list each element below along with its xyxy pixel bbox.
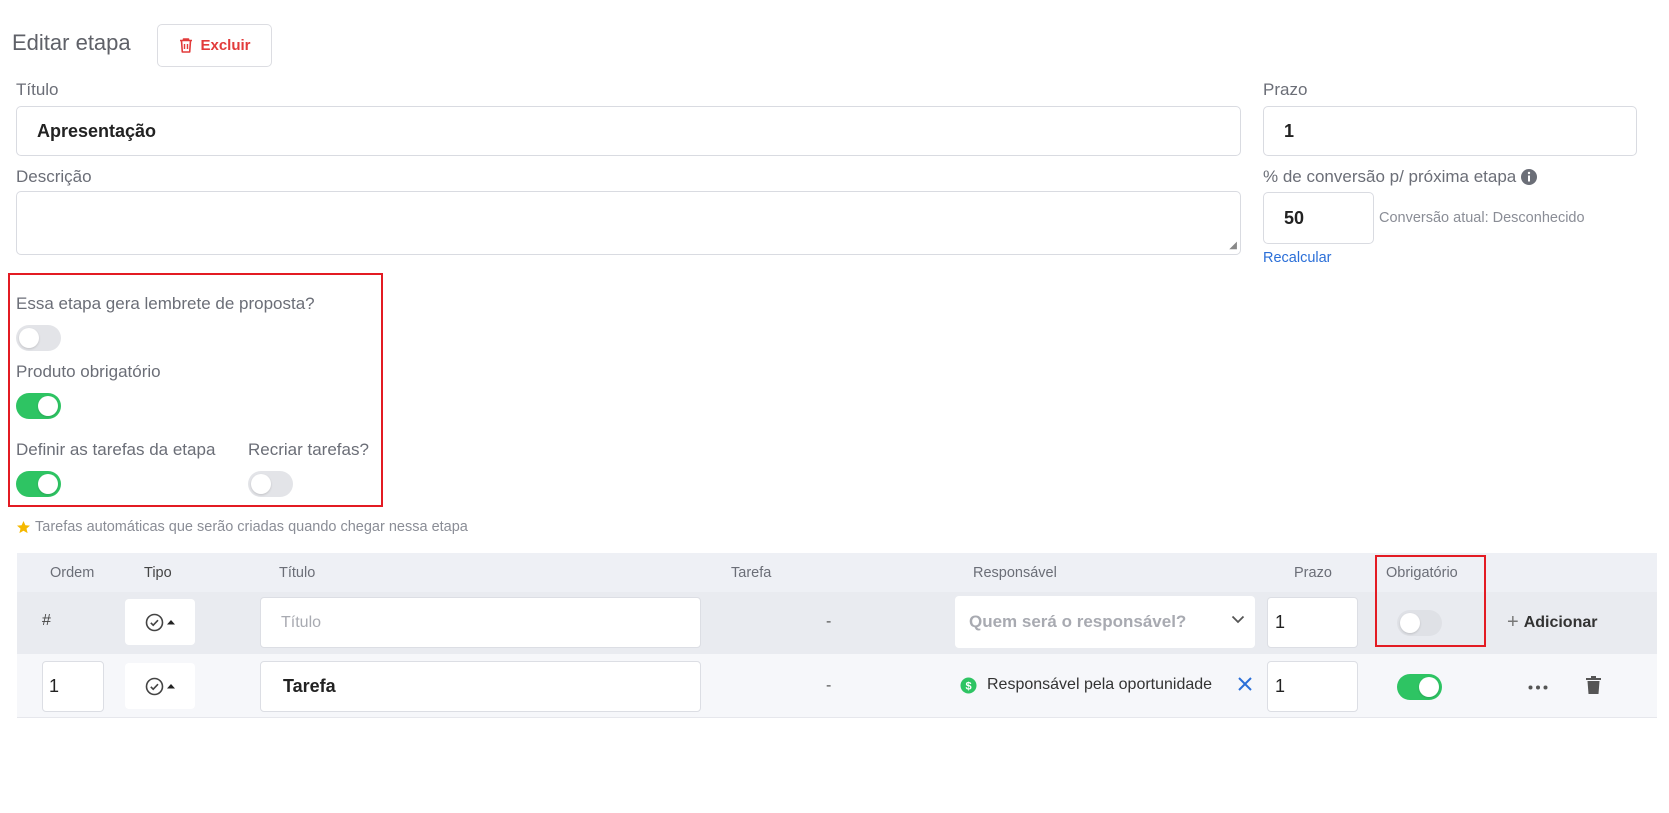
info-icon[interactable] (1520, 168, 1538, 186)
tasks-hint: Tarefas automáticas que serão criadas qu… (16, 519, 468, 535)
new-row-prazo-input[interactable]: 1 (1267, 597, 1358, 648)
trash-outline-icon (178, 37, 194, 54)
star-icon (16, 520, 31, 535)
clear-responsavel-icon[interactable] (1237, 676, 1253, 692)
th-tarefa: Tarefa (731, 565, 772, 581)
task-ordem-input[interactable]: 1 (42, 661, 104, 712)
task-type-select[interactable] (125, 663, 195, 709)
toggle-knob (251, 474, 271, 494)
caret-up-icon (166, 618, 176, 626)
conversao-value: 50 (1284, 207, 1305, 228)
check-circle-icon (145, 613, 164, 632)
add-task-button[interactable]: + Adicionar (1507, 611, 1597, 634)
titulo-label: Título (16, 80, 59, 99)
plus-icon: + (1507, 611, 1519, 633)
prazo-label: Prazo (1263, 80, 1308, 99)
recriar-toggle[interactable] (248, 471, 293, 497)
toggle-knob (38, 474, 58, 494)
produto-toggle[interactable] (16, 393, 61, 419)
task-responsavel: $ Responsável pela oportunidade (960, 676, 1212, 694)
descricao-textarea[interactable]: ◢ (16, 191, 1241, 255)
task-titulo-value: Tarefa (283, 676, 336, 696)
lembrete-toggle[interactable] (16, 325, 61, 351)
delete-button[interactable]: Excluir (157, 24, 272, 67)
delete-label: Excluir (200, 37, 251, 54)
toggle-knob (1400, 613, 1420, 633)
toggle-knob (38, 396, 58, 416)
toggle-knob (1419, 677, 1439, 697)
task-titulo-input[interactable]: Tarefa (260, 661, 701, 712)
task-responsavel-value: Responsável pela oportunidade (987, 676, 1213, 693)
new-row-prazo-value: 1 (1275, 612, 1286, 632)
conversao-label: % de conversão p/ próxima etapa (1263, 167, 1517, 186)
produto-label: Produto obrigatório (16, 362, 161, 381)
more-options-icon[interactable] (1528, 685, 1548, 690)
th-titulo: Título (279, 565, 316, 581)
prazo-input[interactable]: 1 (1263, 106, 1637, 156)
task-prazo-input[interactable]: 1 (1267, 661, 1358, 712)
new-row-tarefa: - (826, 613, 832, 630)
recalcular-link[interactable]: Recalcular (1263, 250, 1332, 266)
svg-text:$: $ (965, 680, 971, 692)
conversao-atual: Conversão atual: Desconhecido (1379, 210, 1585, 226)
recriar-label: Recriar tarefas? (248, 440, 369, 459)
task-tarefa: - (826, 677, 832, 694)
conversao-label-row: % de conversão p/ próxima etapa (1263, 167, 1538, 187)
trash-icon[interactable] (1586, 676, 1601, 694)
resize-grip-icon[interactable]: ◢ (1229, 241, 1237, 251)
task-prazo-value: 1 (1275, 676, 1286, 696)
new-row-titulo-placeholder: Título (281, 613, 322, 631)
page-title: Editar etapa (12, 30, 131, 55)
tasks-hint-text: Tarefas automáticas que serão criadas qu… (35, 519, 468, 535)
add-task-label: Adicionar (1523, 613, 1598, 631)
new-row-ordem: # (42, 612, 51, 629)
new-row-titulo-input[interactable]: Título (260, 597, 701, 648)
th-responsavel: Responsável (973, 565, 1057, 581)
caret-up-icon (166, 682, 176, 690)
titulo-input[interactable]: Apresentação (16, 106, 1241, 156)
th-tipo: Tipo (144, 565, 172, 581)
dollar-circle-icon: $ (960, 677, 977, 694)
toggle-knob (19, 328, 39, 348)
tarefas-toggle[interactable] (16, 471, 61, 497)
conversao-input[interactable]: 50 (1263, 192, 1374, 244)
tarefas-label: Definir as tarefas da etapa (16, 440, 216, 459)
chevron-down-icon (1231, 615, 1245, 624)
task-obrigatorio-toggle[interactable] (1397, 674, 1442, 700)
titulo-value: Apresentação (37, 120, 157, 141)
check-circle-icon (145, 677, 164, 696)
responsavel-placeholder: Quem será o responsável? (969, 612, 1187, 631)
prazo-value: 1 (1284, 120, 1295, 141)
task-ordem-value: 1 (49, 676, 60, 696)
th-prazo: Prazo (1294, 565, 1332, 581)
new-row-responsavel-select[interactable]: Quem será o responsável? (955, 596, 1255, 648)
descricao-label: Descrição (16, 167, 92, 186)
new-row-obrigatorio-toggle[interactable] (1397, 610, 1442, 636)
lembrete-label: Essa etapa gera lembrete de proposta? (16, 294, 315, 313)
new-row-type-select[interactable] (125, 599, 195, 645)
th-ordem: Ordem (50, 565, 95, 581)
